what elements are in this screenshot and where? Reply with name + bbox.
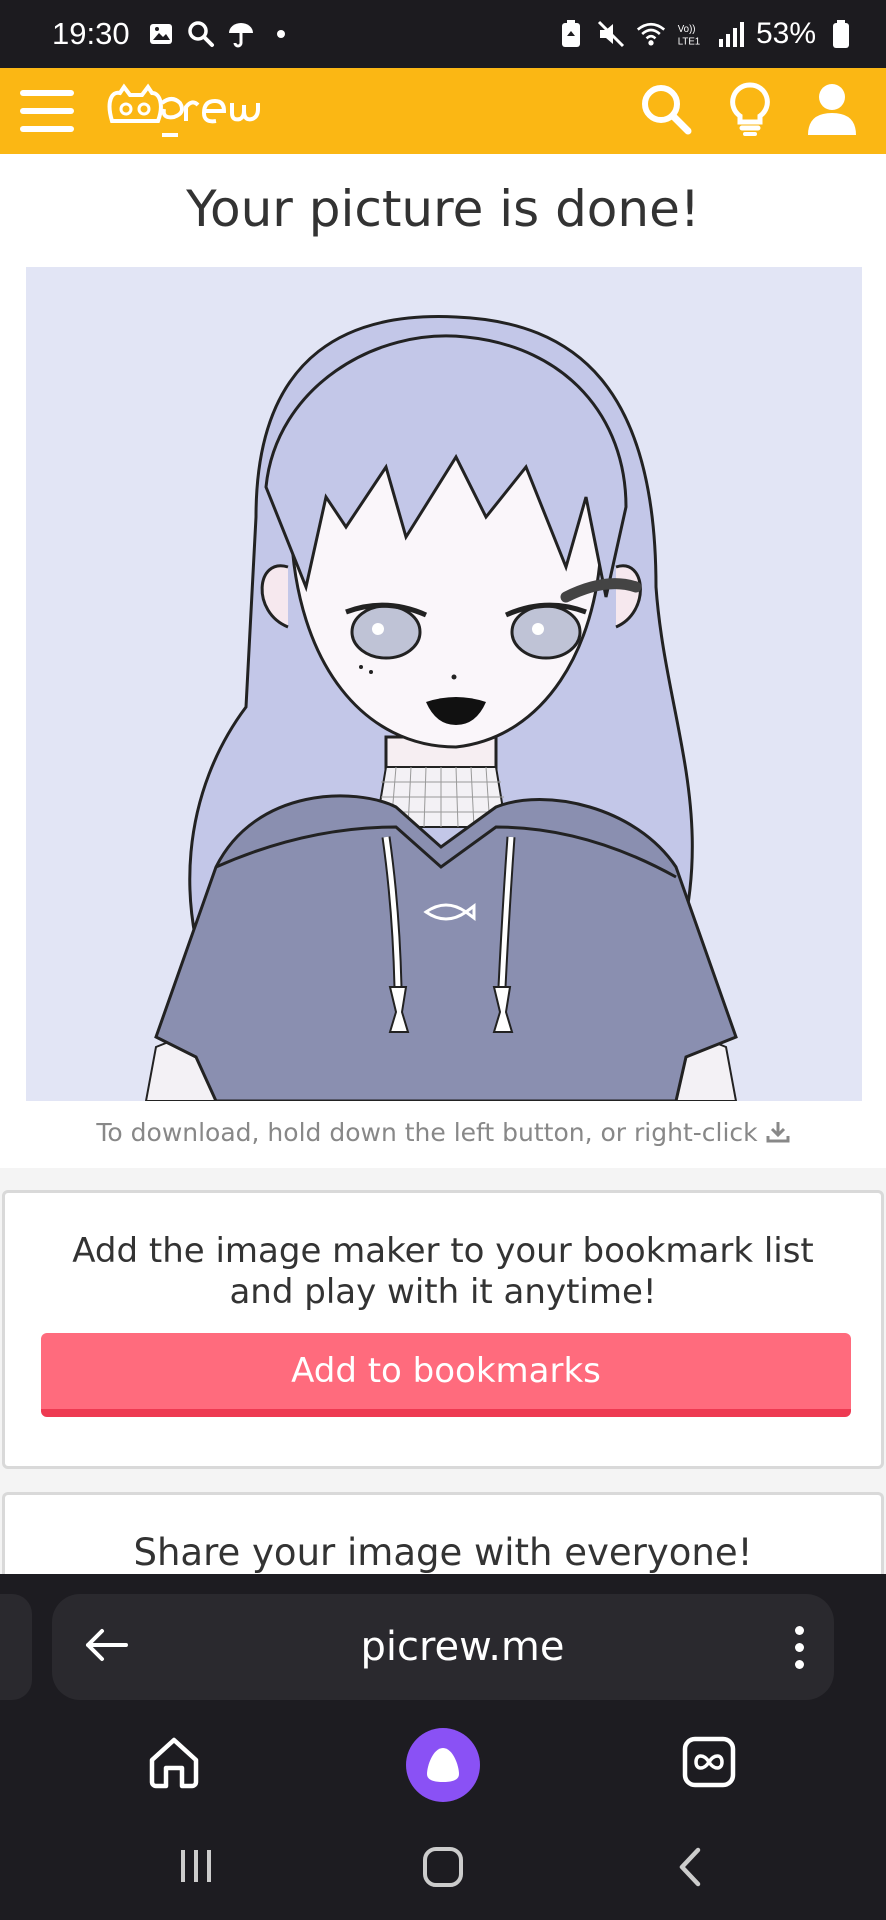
- address-bar[interactable]: picrew.me: [52, 1594, 834, 1700]
- system-back-icon[interactable]: [676, 1846, 704, 1888]
- download-hint: To download, hold down the left button, …: [0, 1118, 886, 1147]
- search-icon[interactable]: [638, 81, 694, 141]
- recent-apps-icon[interactable]: [178, 1848, 214, 1884]
- wifi-icon: [636, 19, 666, 49]
- tabs-icon[interactable]: [682, 1736, 736, 1788]
- add-to-bookmarks-button[interactable]: Add to bookmarks: [41, 1333, 851, 1417]
- picrew-logo[interactable]: [102, 81, 272, 141]
- search-notification-icon: [186, 19, 216, 49]
- share-card-text: Share your image with everyone!: [133, 1531, 753, 1574]
- home-icon[interactable]: [146, 1734, 202, 1790]
- download-icon: [766, 1118, 790, 1147]
- gallery-icon: [146, 19, 176, 49]
- status-time: 19:30: [52, 16, 130, 51]
- more-options-icon[interactable]: [795, 1625, 804, 1669]
- svg-text:LTE1: LTE1: [678, 37, 700, 48]
- hamburger-menu-icon[interactable]: [20, 90, 74, 132]
- lightbulb-icon[interactable]: [728, 81, 772, 141]
- page-title: Your picture is done!: [186, 180, 700, 238]
- battery-percent: 53%: [755, 17, 816, 50]
- signal-icon: [716, 19, 746, 49]
- generated-avatar-image[interactable]: [26, 267, 862, 1101]
- bookmark-card-text: Add the image maker to your bookmark lis…: [5, 1231, 881, 1313]
- bookmark-text-line2: and play with it anytime!: [229, 1272, 657, 1312]
- url-text[interactable]: picrew.me: [130, 1624, 795, 1670]
- mute-icon: [596, 19, 626, 49]
- download-hint-text: To download, hold down the left button, …: [96, 1118, 758, 1147]
- back-arrow-icon[interactable]: [82, 1627, 130, 1667]
- bookmark-card: Add the image maker to your bookmark lis…: [2, 1190, 884, 1469]
- bookmark-text-line1: Add the image maker to your bookmark lis…: [72, 1231, 814, 1271]
- user-account-icon[interactable]: [806, 81, 858, 141]
- status-bar: 19:30 Vo)) LTE1 53%: [0, 0, 886, 68]
- dot-icon: [266, 19, 296, 49]
- battery-icon: [826, 19, 856, 49]
- voice-assistant-button[interactable]: [406, 1728, 480, 1802]
- volte-icon: Vo)) LTE1: [676, 19, 706, 49]
- previous-tab-stub[interactable]: [0, 1594, 32, 1700]
- site-header: [0, 68, 886, 154]
- battery-saver-icon: [556, 19, 586, 49]
- system-home-icon[interactable]: [422, 1846, 464, 1888]
- svg-text:Vo)): Vo)): [678, 24, 696, 35]
- umbrella-icon: [226, 19, 256, 49]
